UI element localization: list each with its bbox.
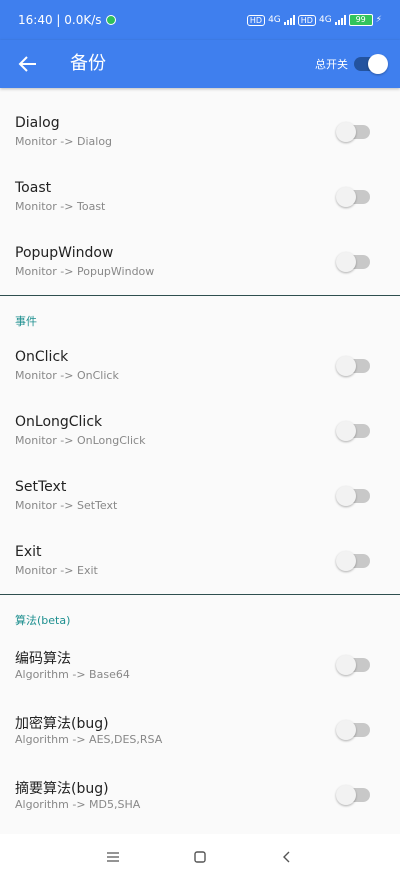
hd-badge-1: HD	[246, 14, 266, 26]
pref-summary: Monitor -> OnClick	[15, 369, 119, 382]
pref-summary: Algorithm -> MD5,SHA	[15, 798, 141, 811]
pref-exit[interactable]: Exit Monitor -> Exit	[0, 517, 400, 582]
master-switch-container: 总开关	[315, 40, 388, 88]
digest-switch[interactable]	[336, 785, 370, 805]
pref-encode[interactable]: 编码算法 Algorithm -> Base64	[0, 621, 400, 686]
nav-back-button[interactable]	[267, 837, 307, 877]
pref-onlongclick[interactable]: OnLongClick Monitor -> OnLongClick	[0, 387, 400, 452]
pref-title: Toast	[15, 180, 52, 196]
page-title: 备份	[70, 53, 106, 74]
switch-knob	[336, 356, 356, 376]
pref-toast[interactable]: Toast Monitor -> Toast	[0, 153, 400, 218]
back-button[interactable]	[14, 50, 42, 78]
nav-home-button[interactable]	[180, 837, 220, 877]
status-right: HD 4G HD 4G 99 ⚡	[246, 14, 382, 26]
pref-summary: Algorithm -> AES,DES,RSA	[15, 733, 163, 746]
pref-summary: Monitor -> PopupWindow	[15, 265, 155, 278]
app-bar: 备份 总开关	[0, 40, 400, 88]
pref-summary: Monitor -> Dialog	[15, 135, 113, 148]
network-type-1: 4G	[268, 15, 281, 25]
battery-icon: 99	[348, 14, 373, 26]
pref-summary: Monitor -> OnLongClick	[15, 434, 146, 447]
status-bar: 16:40 | 0.0K/s HD 4G HD 4G 99 ⚡	[0, 0, 400, 40]
chevron-left-icon	[282, 851, 290, 863]
settext-switch[interactable]	[336, 486, 370, 506]
onclick-switch[interactable]	[336, 356, 370, 376]
hd-badge-2: HD	[297, 14, 316, 26]
signal-icon-2	[334, 15, 346, 25]
switch-knob	[336, 486, 356, 506]
pref-title: Dialog	[15, 115, 60, 131]
pref-onclick[interactable]: OnClick Monitor -> OnClick	[0, 322, 400, 387]
master-switch-label: 总开关	[315, 58, 348, 71]
toast-switch[interactable]	[336, 187, 370, 207]
encode-switch[interactable]	[336, 655, 370, 675]
pref-title: PopupWindow	[15, 245, 114, 261]
switch-knob	[336, 655, 356, 675]
pref-title: 加密算法(bug)	[15, 716, 109, 732]
pref-title: OnClick	[15, 349, 69, 365]
section-algorithms: 算法(beta) 编码算法 Algorithm -> Base64 加密算法(b…	[0, 595, 400, 816]
switch-knob	[336, 252, 356, 272]
status-left: 16:40 | 0.0K/s	[18, 13, 116, 27]
signal-icon-1	[283, 15, 295, 25]
pref-title: OnLongClick	[15, 414, 103, 430]
pref-title: SetText	[15, 479, 67, 495]
square-icon	[194, 851, 206, 863]
pref-popupwindow[interactable]: PopupWindow Monitor -> PopupWindow	[0, 218, 400, 283]
switch-knob	[336, 187, 356, 207]
charging-icon: ⚡	[375, 15, 382, 25]
preference-list: Dialog Monitor -> Dialog Toast Monitor -…	[0, 88, 400, 816]
pref-summary: Monitor -> SetText	[15, 499, 118, 512]
dialog-switch[interactable]	[336, 122, 370, 142]
section-monitor: Dialog Monitor -> Dialog Toast Monitor -…	[0, 88, 400, 283]
switch-knob	[336, 551, 356, 571]
pref-summary: Algorithm -> Base64	[15, 668, 130, 681]
pref-settext[interactable]: SetText Monitor -> SetText	[0, 452, 400, 517]
time-speed: 16:40 | 0.0K/s	[18, 13, 102, 27]
arrow-left-icon	[18, 56, 36, 72]
exit-switch[interactable]	[336, 551, 370, 571]
pref-title: 编码算法	[15, 651, 71, 667]
popupwindow-switch[interactable]	[336, 252, 370, 272]
pref-digest[interactable]: 摘要算法(bug) Algorithm -> MD5,SHA	[0, 751, 400, 816]
network-type-2: 4G	[318, 15, 332, 25]
onlongclick-switch[interactable]	[336, 421, 370, 441]
pref-summary: Monitor -> Exit	[15, 564, 98, 577]
menu-icon	[107, 852, 120, 862]
pref-dialog[interactable]: Dialog Monitor -> Dialog	[0, 88, 400, 153]
system-nav-bar	[0, 834, 400, 880]
pref-encrypt[interactable]: 加密算法(bug) Algorithm -> AES,DES,RSA	[0, 686, 400, 751]
pref-summary: Monitor -> Toast	[15, 200, 106, 213]
section-events: 事件 OnClick Monitor -> OnClick OnLongClic…	[0, 296, 400, 582]
switch-knob	[336, 122, 356, 142]
master-switch[interactable]	[354, 54, 388, 74]
master-switch-knob	[368, 54, 388, 74]
pref-title: Exit	[15, 544, 42, 560]
nav-menu-button[interactable]	[93, 837, 133, 877]
app-notification-icon	[105, 15, 116, 25]
switch-knob	[336, 421, 356, 441]
switch-knob	[336, 785, 356, 805]
switch-knob	[336, 720, 356, 740]
pref-title: 摘要算法(bug)	[15, 781, 109, 797]
encrypt-switch[interactable]	[336, 720, 370, 740]
